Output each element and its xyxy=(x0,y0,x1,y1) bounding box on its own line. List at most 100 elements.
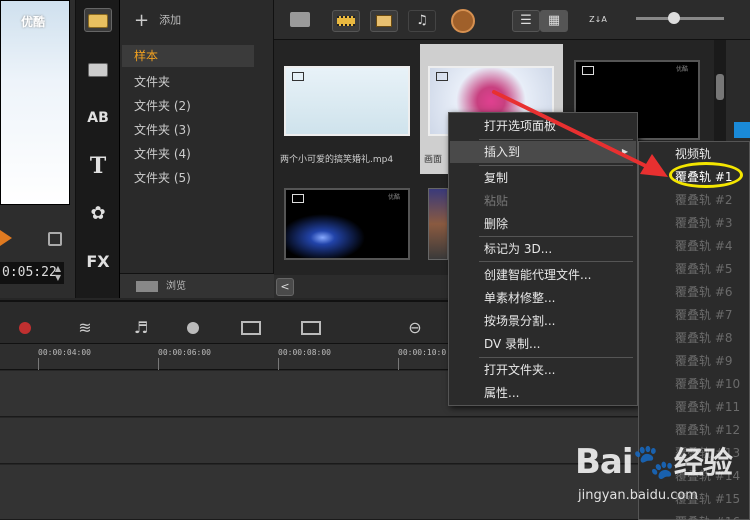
add-folder-button[interactable]: + 添加 xyxy=(134,10,181,31)
submenu-item-overlay: 覆叠轨 #6 xyxy=(675,285,733,299)
thumbnail-view-button[interactable]: ▦ xyxy=(540,10,568,32)
show-videos-button[interactable] xyxy=(332,10,360,32)
media-library-icon[interactable] xyxy=(84,8,112,32)
preview-panel: 优酷 0:05:22 ▲ ▼ xyxy=(0,0,76,298)
menu-item-dv-record[interactable]: DV 录制... xyxy=(450,333,636,355)
submenu-arrow-icon: ▶ xyxy=(621,147,628,156)
record-icon xyxy=(19,322,31,334)
thumbnail-size-slider[interactable] xyxy=(636,12,724,24)
menu-item-mark-3d[interactable]: 标记为 3D... xyxy=(450,238,636,260)
subtitle-editor-button[interactable] xyxy=(238,318,264,338)
disc-icon[interactable] xyxy=(451,9,475,33)
menu-item-paste: 粘贴 xyxy=(484,194,509,208)
audio-mixer-button[interactable]: ≋ xyxy=(72,318,98,338)
film-frame-icon xyxy=(292,194,304,203)
menu-item-properties[interactable]: 属性... xyxy=(450,382,636,404)
ruler-tick-label: 00:00:10:0 xyxy=(398,348,447,357)
media-thumbnail[interactable] xyxy=(284,66,410,136)
text-icon[interactable]: T xyxy=(84,154,112,178)
submenu-item-overlay: 覆叠轨 #5 xyxy=(675,262,733,276)
menu-separator xyxy=(479,139,633,140)
show-photos-button[interactable] xyxy=(370,10,398,32)
menu-item-delete[interactable]: 删除 xyxy=(450,213,636,235)
menu-item-label: 插入到 xyxy=(484,145,521,159)
menu-item-open-options[interactable]: 打开选项面板 xyxy=(450,115,636,137)
sort-button[interactable]: Z↓A xyxy=(584,10,612,32)
media-thumbnail[interactable]: 优酷 xyxy=(284,188,410,260)
submenu-item-overlay: 覆叠轨 #7 xyxy=(675,308,733,322)
instant-project-icon[interactable] xyxy=(84,58,112,82)
motion-tracking-button[interactable] xyxy=(180,318,206,338)
scroll-left-button[interactable]: < xyxy=(276,278,294,296)
paw-icon: 🐾 xyxy=(632,442,675,482)
film-frame-icon xyxy=(436,72,448,81)
submenu-item-overlay: 覆叠轨 #11 xyxy=(675,400,741,414)
subtitle-icon xyxy=(241,321,261,335)
folder-item[interactable]: 文件夹 (4) xyxy=(122,143,254,165)
preview-watermark: 优酷 xyxy=(21,15,46,29)
record-capture-button[interactable] xyxy=(12,318,38,338)
browse-label: 浏览 xyxy=(166,281,186,292)
folder-item[interactable]: 文件夹 (5) xyxy=(122,167,254,189)
submenu-item-overlay: 覆叠轨 #9 xyxy=(675,354,733,368)
timecode-spinner[interactable]: ▲ ▼ xyxy=(53,264,63,282)
list-view-button[interactable]: ☰ xyxy=(512,10,540,32)
submenu-item-overlay: 覆叠轨 #10 xyxy=(675,377,741,391)
browse-button[interactable]: 浏览 xyxy=(120,273,274,298)
folder-item[interactable]: 文件夹 (2) xyxy=(122,95,254,117)
ruler-tick-label: 00:00:06:00 xyxy=(158,348,211,357)
menu-item-open-folder[interactable]: 打开文件夹... xyxy=(450,359,636,381)
title-icon[interactable]: AB xyxy=(84,106,112,130)
menu-item-split-scene[interactable]: 按场景分割... xyxy=(450,310,636,332)
film-frame-icon xyxy=(582,66,594,75)
spin-up-icon[interactable]: ▲ xyxy=(53,264,63,273)
desktop-icon xyxy=(734,122,750,138)
media-thumbnail[interactable] xyxy=(428,188,448,260)
menu-separator xyxy=(479,236,633,237)
library-toolbar: ♫ ☰ ▦ Z↓A xyxy=(274,0,750,40)
multi-camera-icon xyxy=(301,321,321,335)
submenu-item-overlay: 覆叠轨 #4 xyxy=(675,239,733,253)
menu-item-copy[interactable]: 复制 xyxy=(450,167,636,189)
ruler-tick-label: 00:00:04:00 xyxy=(38,348,91,357)
film-frame-icon xyxy=(292,72,304,81)
context-menu: 打开选项面板 插入到 ▶ 复制 粘贴 删除 标记为 3D... 创建智能代理文件… xyxy=(448,112,638,406)
menu-separator xyxy=(479,165,633,166)
multi-camera-button[interactable] xyxy=(298,318,324,338)
folder-item[interactable]: 文件夹 xyxy=(122,71,254,93)
folder-icon[interactable] xyxy=(290,12,310,27)
menu-item-insert-to[interactable]: 插入到 ▶ xyxy=(450,141,636,163)
folder-item-sample[interactable]: 样本 xyxy=(122,45,254,67)
watermark-brand: Bai xyxy=(575,442,634,482)
filter-icon[interactable]: ✿ xyxy=(84,202,112,226)
thumbnail-caption: 两个小可爱的搞笑婚礼.mp4 xyxy=(280,155,394,165)
scrollbar-thumb[interactable] xyxy=(716,74,724,100)
zoom-out-icon: ⊖ xyxy=(408,318,422,337)
zoom-out-button[interactable]: ⊖ xyxy=(402,318,428,338)
menu-item-create-proxy[interactable]: 创建智能代理文件... xyxy=(450,264,636,286)
show-audio-button[interactable]: ♫ xyxy=(408,10,436,32)
baidu-watermark: Bai🐾经验 xyxy=(575,438,733,482)
highlight-ring xyxy=(669,162,743,188)
music-icon: ♫ xyxy=(416,13,428,28)
auto-music-button[interactable]: ♬ xyxy=(128,318,154,338)
video-editor-window: 优酷 0:05:22 ▲ ▼ AB T ✿ FX + 添加 样本 文件夹 文件夹 … xyxy=(0,0,750,520)
folder-item[interactable]: 文件夹 (3) xyxy=(122,119,254,141)
menu-item-trim[interactable]: 单素材修整... xyxy=(450,287,636,309)
add-label: 添加 xyxy=(159,13,182,27)
ruler-mark xyxy=(38,358,39,370)
snapshot-icon[interactable] xyxy=(48,232,62,246)
ruler-tick-label: 00:00:08:00 xyxy=(278,348,331,357)
spin-down-icon[interactable]: ▼ xyxy=(53,273,63,282)
motion-icon xyxy=(187,322,199,334)
fx-icon[interactable]: FX xyxy=(84,250,112,274)
list-view-icon: ☰ xyxy=(520,13,532,28)
submenu-item-overlay: 覆叠轨 #3 xyxy=(675,216,733,230)
play-icon[interactable] xyxy=(0,230,12,246)
thumbnail-watermark: 优酷 xyxy=(387,194,400,201)
music-note-icon: ♬ xyxy=(133,318,149,337)
photo-icon xyxy=(376,15,392,27)
preview-screen: 优酷 xyxy=(0,0,70,205)
sort-icon: Z↓A xyxy=(589,15,607,24)
slider-knob[interactable] xyxy=(668,12,680,24)
